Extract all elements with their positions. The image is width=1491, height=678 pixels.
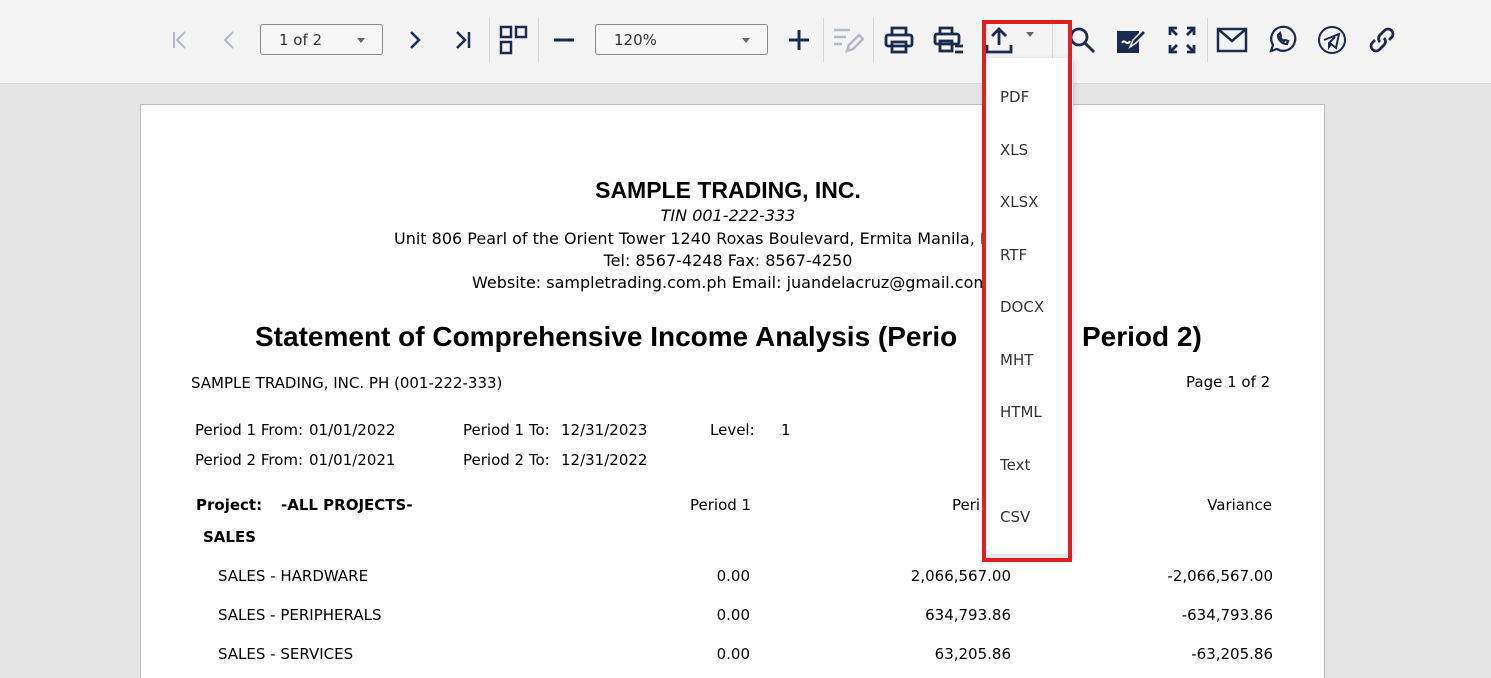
zoom-out-button[interactable] xyxy=(544,18,584,62)
param-value: 1 xyxy=(781,421,791,439)
last-page-icon xyxy=(456,31,471,49)
company-phone: Tel: 8567-4248 Fax: 8567-4250 xyxy=(603,251,853,270)
telegram-button[interactable] xyxy=(1312,18,1352,62)
project-label: Project: xyxy=(196,496,263,514)
param-value: 01/01/2021 xyxy=(309,451,396,469)
whatsapp-button[interactable] xyxy=(1262,18,1302,62)
zoom-in-button[interactable] xyxy=(779,18,819,62)
param-value: 12/31/2022 xyxy=(561,451,648,469)
row-period-1: 0.00 xyxy=(716,567,750,585)
highlight-box xyxy=(982,20,1072,562)
toolbar-separator xyxy=(538,18,539,62)
edit-button[interactable] xyxy=(828,18,868,62)
toolbar-separator xyxy=(873,18,874,62)
company-tin: TIN 001-222-333 xyxy=(660,206,796,225)
report-page: SAMPLE TRADING, INC. TIN 001-222-333 Uni… xyxy=(140,104,1325,678)
zoom-selector[interactable]: 120% xyxy=(595,24,768,55)
telegram-icon xyxy=(1318,26,1346,54)
toolbar-separator xyxy=(1207,18,1208,62)
first-page-icon xyxy=(173,31,186,49)
param-value: 01/01/2022 xyxy=(309,421,396,439)
entity-name: SAMPLE TRADING, INC. PH (001-222-333) xyxy=(191,374,503,392)
chevron-down-icon xyxy=(742,38,750,43)
print-settings-button[interactable] xyxy=(929,18,969,62)
row-account-name: SALES - SERVICES xyxy=(218,645,354,663)
section-heading: SALES xyxy=(203,528,257,546)
sign-button[interactable] xyxy=(1111,18,1151,62)
company-name: SAMPLE TRADING, INC. xyxy=(595,177,861,203)
whatsapp-icon xyxy=(1269,25,1297,53)
column-header-period-1: Period 1 xyxy=(690,496,752,514)
report-title-end: Period 2) xyxy=(1082,321,1202,352)
row-variance: -63,205.86 xyxy=(1191,645,1273,663)
row-period-1: 0.00 xyxy=(716,606,750,624)
search-icon xyxy=(1069,27,1095,53)
report-title: Statement of Comprehensive Income Analys… xyxy=(255,321,958,352)
next-page-button[interactable] xyxy=(394,18,434,62)
email-icon xyxy=(1216,27,1248,53)
row-period-2: 634,793.86 xyxy=(925,606,1011,624)
edit-icon xyxy=(834,28,864,53)
zoom-in-icon xyxy=(789,30,809,50)
report-viewer-toolbar: 1 of 2 120% xyxy=(0,0,1491,84)
last-page-button[interactable] xyxy=(443,18,483,62)
fullscreen-icon xyxy=(1168,26,1196,54)
row-account-name: SALES - HARDWARE xyxy=(218,567,369,585)
sign-icon xyxy=(1117,28,1147,53)
row-variance: -634,793.86 xyxy=(1181,606,1273,624)
page-selector[interactable]: 1 of 2 xyxy=(260,24,383,55)
link-button[interactable] xyxy=(1362,18,1402,62)
multi-page-button[interactable] xyxy=(494,18,534,62)
param-label: Period 1 To: xyxy=(463,421,550,439)
row-period-1: 0.00 xyxy=(716,645,750,663)
email-button[interactable] xyxy=(1212,18,1252,62)
zoom-selector-value: 120% xyxy=(614,31,657,49)
multi-page-icon xyxy=(499,25,528,55)
company-web: Website: sampletrading.com.ph Email: jua… xyxy=(472,273,989,292)
row-account-name: SALES - PERIPHERALS xyxy=(218,606,382,624)
param-label: Level: xyxy=(710,421,755,439)
chevron-down-icon xyxy=(357,38,365,43)
row-period-2: 2,066,567.00 xyxy=(910,567,1011,585)
column-header-period-2: Peri xyxy=(952,496,981,514)
project-value: -ALL PROJECTS- xyxy=(281,496,413,514)
first-page-button[interactable] xyxy=(160,18,200,62)
print-button[interactable] xyxy=(879,18,919,62)
param-label: Period 2 From: xyxy=(195,451,304,469)
link-icon xyxy=(1369,27,1395,53)
param-value: 12/31/2023 xyxy=(561,421,648,439)
company-address: Unit 806 Pearl of the Orient Tower 1240 … xyxy=(394,229,990,248)
zoom-out-icon xyxy=(554,38,574,42)
page-selector-value: 1 of 2 xyxy=(279,31,323,49)
toolbar-separator xyxy=(489,18,490,62)
page-info: Page 1 of 2 xyxy=(1186,373,1271,391)
previous-page-icon xyxy=(223,31,234,49)
row-period-2: 63,205.86 xyxy=(934,645,1011,663)
previous-page-button[interactable] xyxy=(210,18,250,62)
print-icon xyxy=(884,26,914,54)
column-header-variance: Variance xyxy=(1207,496,1272,514)
toolbar-separator xyxy=(823,18,824,62)
row-variance: -2,066,567.00 xyxy=(1167,567,1273,585)
next-page-icon xyxy=(410,31,421,49)
print-settings-icon xyxy=(933,26,963,54)
fullscreen-button[interactable] xyxy=(1162,18,1202,62)
param-label: Period 1 From: xyxy=(195,421,304,439)
param-label: Period 2 To: xyxy=(463,451,550,469)
